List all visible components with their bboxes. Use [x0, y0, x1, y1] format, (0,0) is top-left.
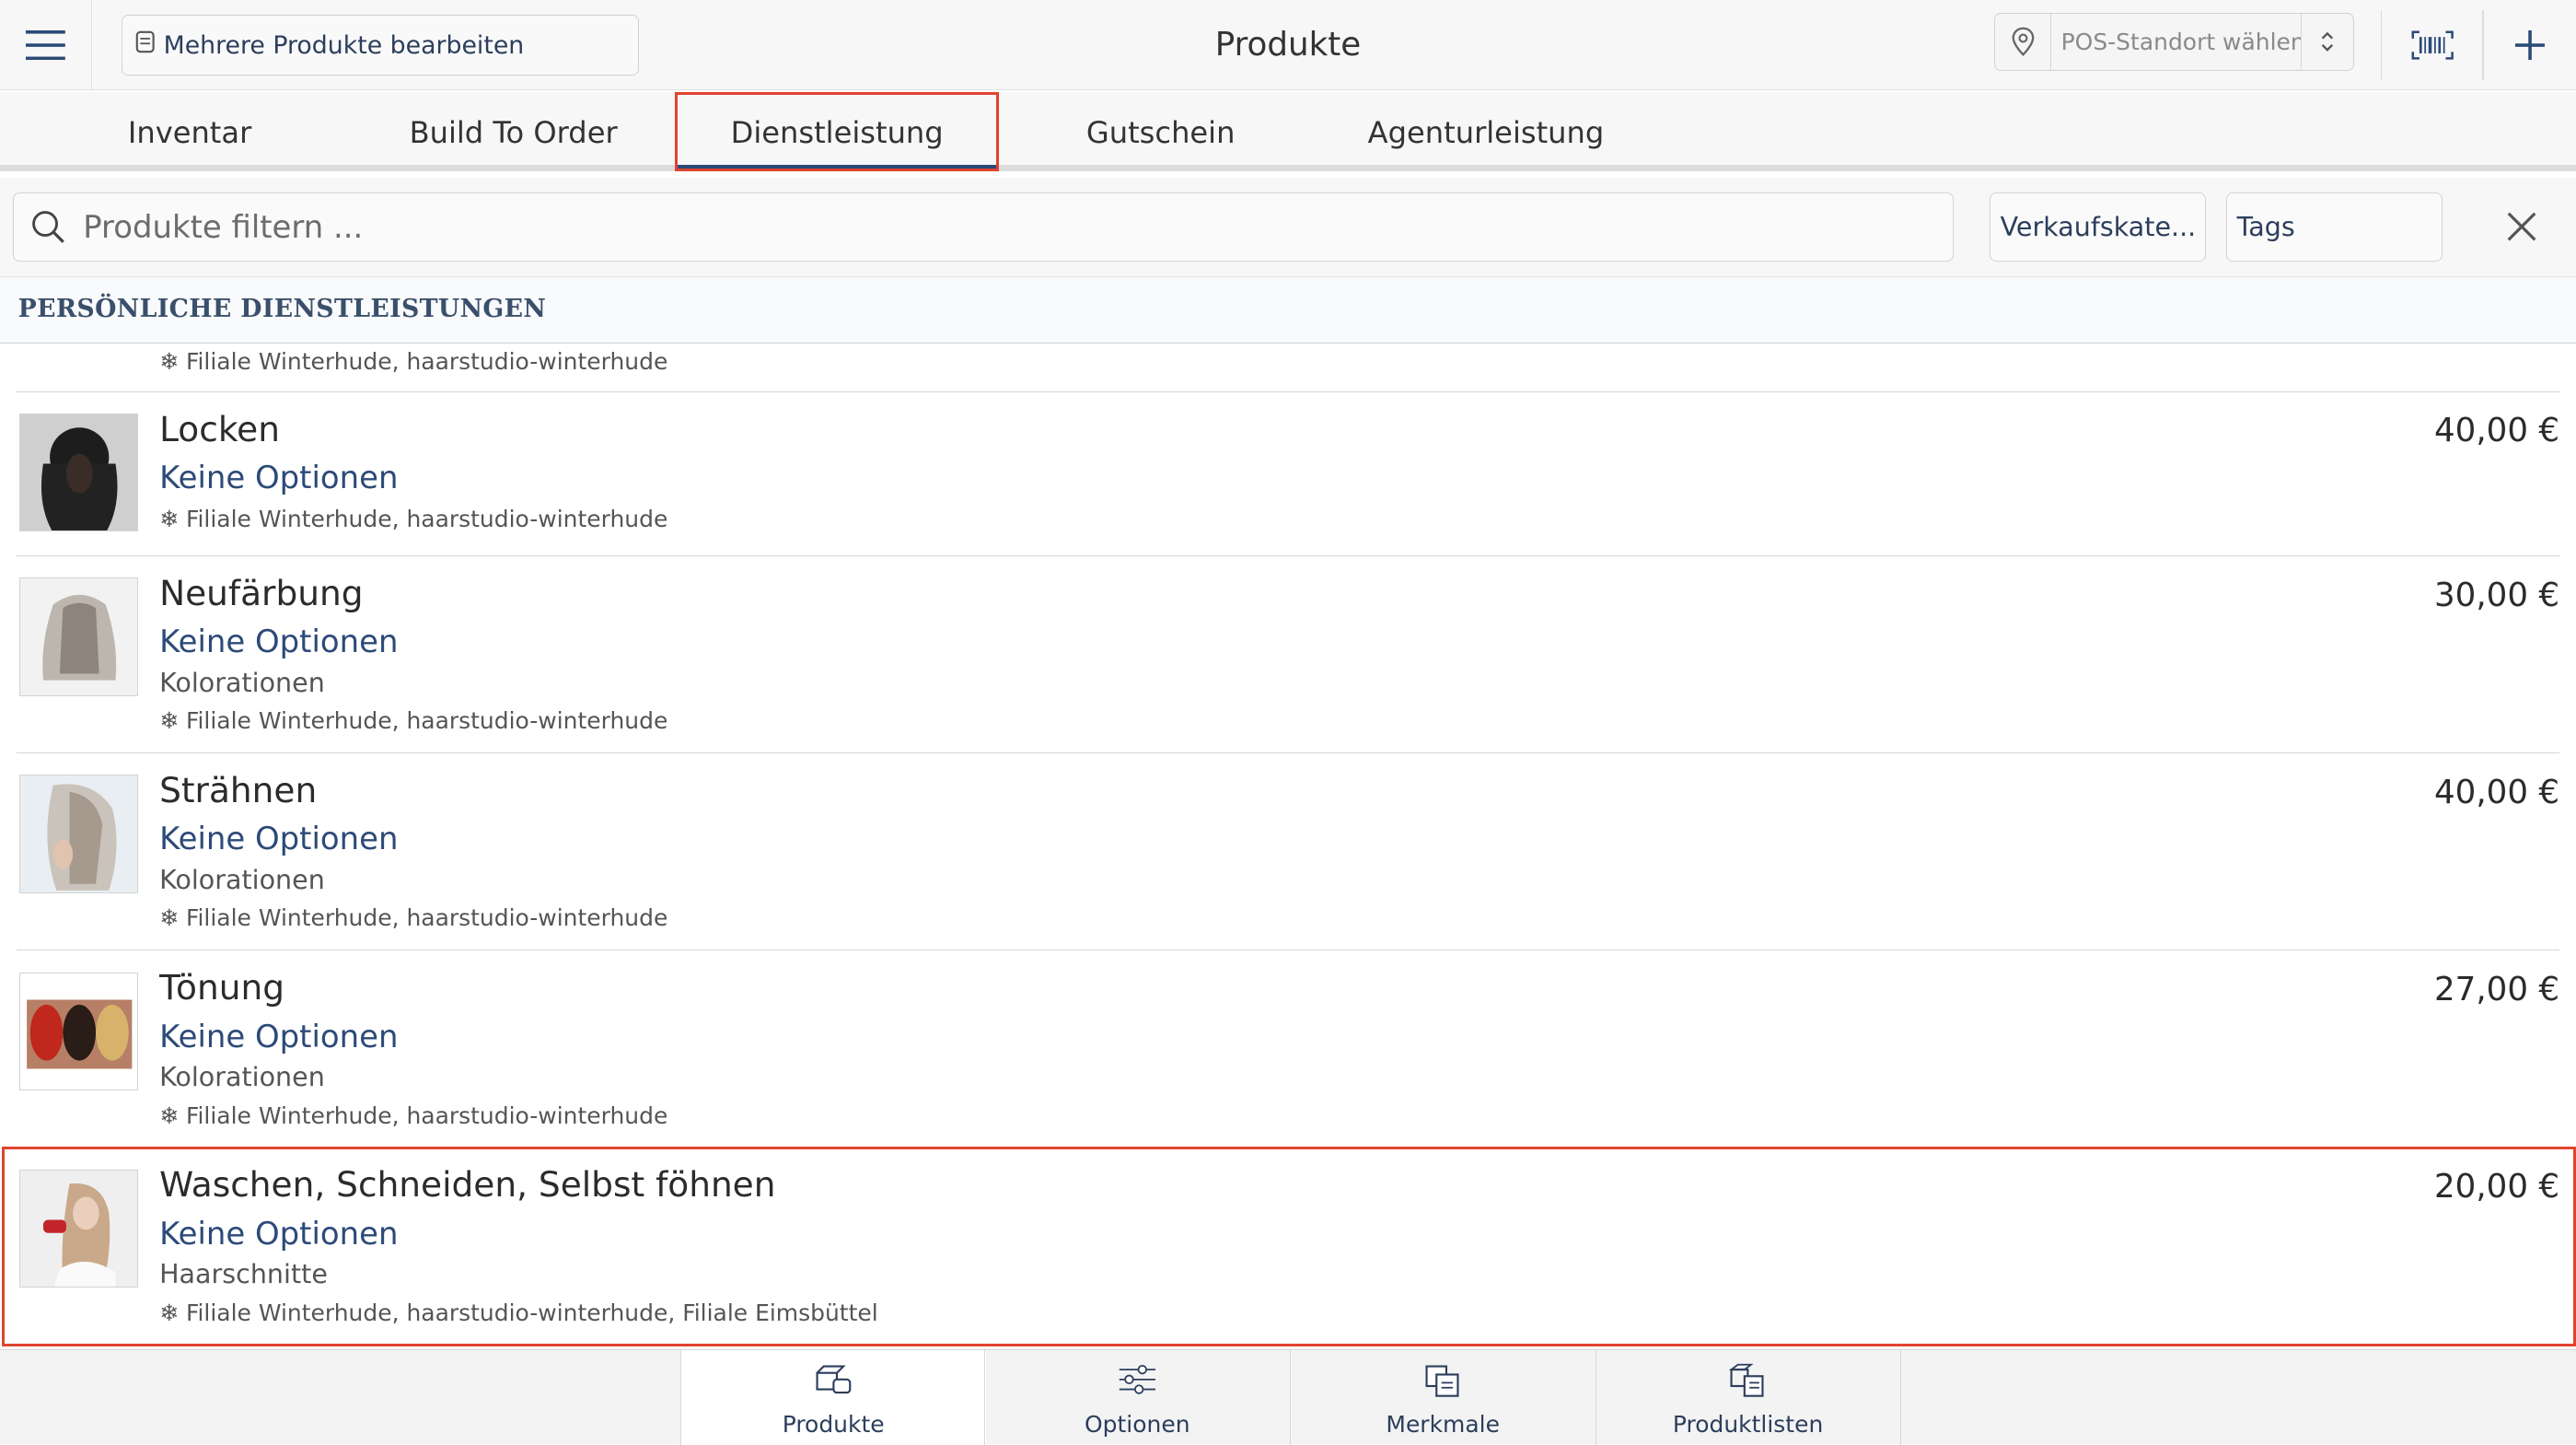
- product-locations: ❄ Filiale Winterhude, haarstudio-winterh…: [159, 1299, 878, 1326]
- product-lists-icon: [1596, 1363, 1900, 1399]
- location-snowflake-icon: ❄: [159, 1101, 179, 1129]
- product-row-toenung[interactable]: Tönung Keine Optionen Kolorationen ❄ Fil…: [16, 950, 2560, 1147]
- product-price: 40,00 €: [2433, 412, 2560, 450]
- nav-label: Produktlisten: [1672, 1411, 1824, 1438]
- location-snowflake-icon: ❄: [159, 348, 179, 376]
- nav-label: Optionen: [1085, 1411, 1190, 1438]
- product-row-neufaerbung[interactable]: Neufärbung Keine Optionen Kolorationen ❄…: [16, 555, 2560, 752]
- product-thumbnail: [19, 413, 138, 532]
- select-arrows-icon: [2300, 14, 2353, 70]
- product-price: 30,00 €: [2433, 576, 2560, 614]
- bottom-nav: Produkte Optionen Merkmale Produktlisten: [0, 1348, 2576, 1445]
- products-icon: [681, 1363, 986, 1396]
- product-category: Kolorationen: [159, 1060, 325, 1092]
- product-category: Kolorationen: [159, 666, 325, 698]
- product-row-straehnen[interactable]: Strähnen Keine Optionen Kolorationen ❄ F…: [16, 752, 2560, 950]
- nav-merkmale[interactable]: Merkmale: [1289, 1349, 1595, 1445]
- tab-build-to-order[interactable]: Build To Order: [352, 92, 676, 171]
- sliders-icon: [985, 1363, 1290, 1396]
- product-options: Keine Optionen: [159, 821, 399, 857]
- product-locations: ❄ Filiale Winterhude, haarstudio-winterh…: [159, 904, 668, 932]
- product-thumbnail: [19, 577, 138, 696]
- product-options: Keine Optionen: [159, 459, 399, 495]
- search-placeholder: Produkte filtern ...: [83, 208, 364, 245]
- nav-label: Merkmale: [1386, 1411, 1500, 1438]
- location-snowflake-icon: ❄: [159, 904, 179, 932]
- tab-dienstleistung[interactable]: Dienstleistung: [675, 91, 999, 171]
- search-input[interactable]: Produkte filtern ...: [13, 192, 1954, 262]
- edit-products-icon: [135, 30, 155, 60]
- section-title: PERSÖNLICHE DIENSTLEISTUNGEN: [17, 295, 547, 324]
- tab-gutschein[interactable]: Gutschein: [999, 92, 1323, 171]
- product-options: Keine Optionen: [159, 1215, 399, 1252]
- add-product-button[interactable]: [2484, 0, 2576, 90]
- nav-optionen[interactable]: Optionen: [983, 1349, 1290, 1445]
- product-price: 27,00 €: [2433, 970, 2560, 1008]
- nav-label: Produkte: [782, 1411, 885, 1438]
- bulk-edit-button[interactable]: Mehrere Produkte bearbeiten: [122, 15, 640, 76]
- product-type-tabs: Inventar Build To Order Dienstleistung G…: [0, 91, 2576, 171]
- attributes-icon: [1291, 1363, 1595, 1399]
- product-name: Strähnen: [159, 770, 318, 811]
- sales-category-filter[interactable]: Verkaufskate...: [1989, 192, 2207, 262]
- product-name: Neufärbung: [159, 572, 364, 613]
- partial-row-locations: ❄ Filiale Winterhude, haarstudio-winterh…: [159, 348, 668, 376]
- barcode-scanner-icon[interactable]: [2382, 0, 2484, 90]
- section-header: PERSÖNLICHE DIENSTLEISTUNGEN: [0, 275, 2576, 344]
- product-price: 20,00 €: [2433, 1167, 2560, 1206]
- tab-highlight-box: [675, 91, 999, 171]
- product-row-locken[interactable]: Locken Keine Optionen ❄ Filiale Winterhu…: [16, 390, 2560, 555]
- product-price: 40,00 €: [2433, 773, 2560, 811]
- tab-inventar[interactable]: Inventar: [28, 92, 352, 171]
- product-locations: ❄ Filiale Winterhude, haarstudio-winterh…: [159, 505, 668, 532]
- product-options: Keine Optionen: [159, 1018, 399, 1055]
- tags-filter[interactable]: Tags: [2225, 192, 2443, 262]
- hamburger-menu-icon[interactable]: [0, 0, 92, 91]
- filter-bar: Produkte filtern ... Verkaufskate... Tag…: [0, 177, 2576, 276]
- location-snowflake-icon: ❄: [159, 707, 179, 735]
- pos-location-placeholder: POS-Standort wählen...: [2060, 28, 2301, 55]
- product-name: Waschen, Schneiden, Selbst föhnen: [159, 1164, 776, 1206]
- product-thumbnail: [19, 972, 138, 1091]
- location-pin-icon: [1995, 14, 2051, 70]
- top-bar: Mehrere Produkte bearbeiten Produkte POS…: [0, 0, 2576, 91]
- location-snowflake-icon: ❄: [159, 1299, 179, 1326]
- product-name: Locken: [159, 408, 280, 449]
- nav-produkte[interactable]: Produkte: [679, 1349, 986, 1445]
- bulk-edit-label: Mehrere Produkte bearbeiten: [163, 30, 525, 60]
- product-row-waschen-schneiden[interactable]: Waschen, Schneiden, Selbst föhnen Keine …: [1, 1146, 2576, 1347]
- product-options: Keine Optionen: [159, 623, 399, 660]
- clear-filters-icon[interactable]: [2480, 192, 2562, 262]
- product-name: Tönung: [159, 967, 285, 1008]
- product-category: Haarschnitte: [159, 1258, 328, 1290]
- product-locations: ❄ Filiale Winterhude, haarstudio-winterh…: [159, 707, 668, 735]
- tab-agenturleistung[interactable]: Agenturleistung: [1324, 92, 1648, 171]
- product-category: Kolorationen: [159, 863, 325, 895]
- product-thumbnail: [19, 775, 138, 893]
- nav-produktlisten[interactable]: Produktlisten: [1595, 1349, 1901, 1445]
- product-locations: ❄ Filiale Winterhude, haarstudio-winterh…: [159, 1101, 668, 1129]
- plus-icon: [2514, 30, 2546, 61]
- search-icon: [32, 210, 64, 243]
- location-snowflake-icon: ❄: [159, 505, 179, 532]
- product-thumbnail: [19, 1169, 138, 1288]
- pos-location-select[interactable]: POS-Standort wählen...: [1994, 13, 2355, 71]
